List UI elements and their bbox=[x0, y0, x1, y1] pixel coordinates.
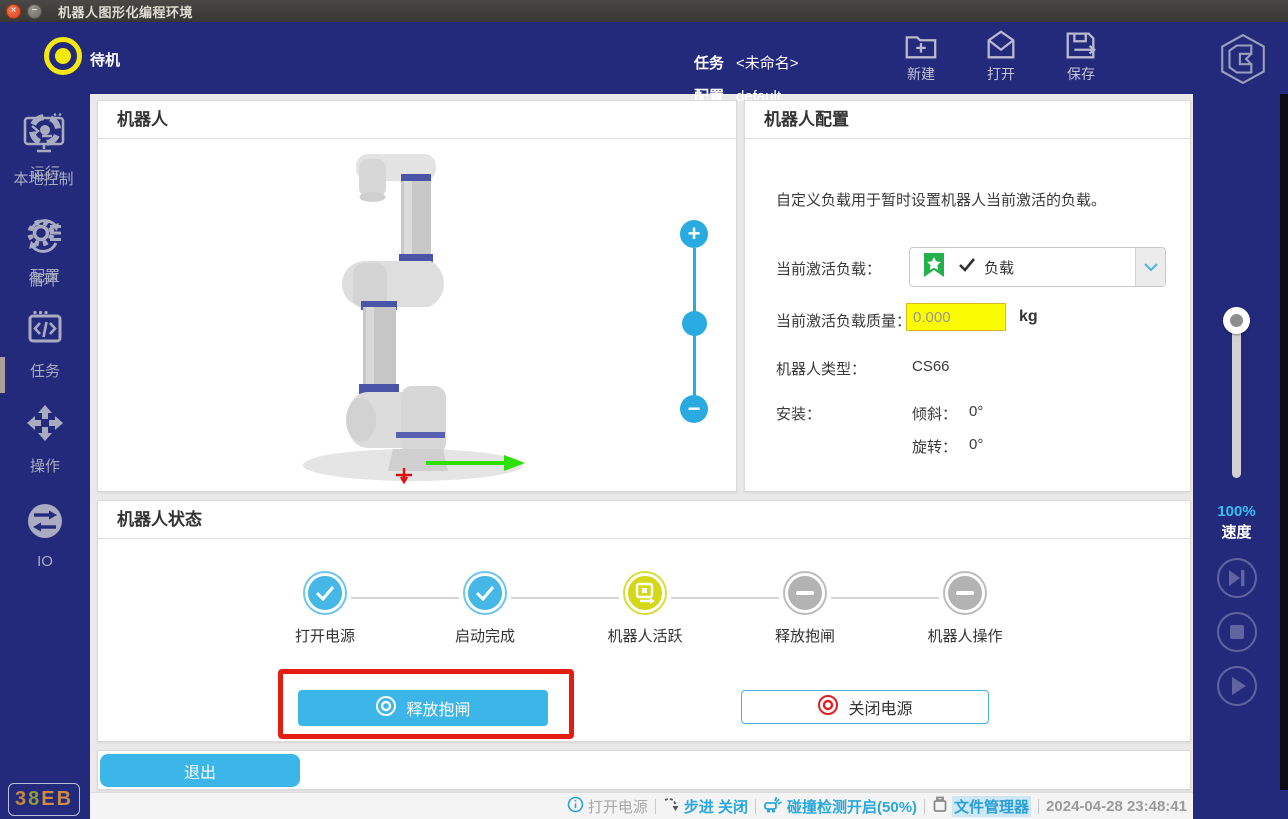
status-bar: 打开电源 步进 关闭 碰撞检测开启(50%) bbox=[90, 792, 1193, 819]
speed-value: 100% bbox=[1193, 503, 1280, 520]
payload-dropdown[interactable]: 负载 bbox=[909, 247, 1166, 287]
step-robot-active: 机器人活跃 bbox=[585, 573, 705, 646]
sidebar-corner bbox=[1280, 790, 1288, 819]
separator bbox=[924, 799, 925, 814]
active-payload-label: 当前激活负载： bbox=[776, 258, 881, 279]
open-file-icon bbox=[983, 28, 1019, 62]
payload-bookmark-icon bbox=[922, 252, 946, 283]
step-mode-item[interactable]: 步进 关闭 bbox=[663, 796, 748, 817]
robot-programming-environment: × − 机器人图形化编程环境 待机 任务 <未命名> 配置 default 新建 bbox=[0, 0, 1288, 819]
tilt-value: 0° bbox=[969, 403, 983, 420]
check-icon bbox=[465, 573, 505, 613]
open-task-button[interactable]: 打开 bbox=[968, 28, 1034, 84]
payload-description: 自定义负载用于暂时设置机器人当前激活的负载。 bbox=[776, 189, 1166, 210]
zoom-out-button[interactable]: − bbox=[680, 395, 708, 423]
usb-drive-icon bbox=[932, 795, 948, 817]
exit-button[interactable]: 退出 bbox=[100, 754, 300, 787]
collision-icon bbox=[763, 795, 783, 817]
step-release-brake: 释放抱闸 bbox=[745, 573, 865, 646]
sidebar-item-local-control[interactable]: 本地控制 bbox=[0, 112, 87, 189]
desktop-edge-strip bbox=[1280, 94, 1288, 790]
io-icon bbox=[25, 501, 65, 546]
status-code-badge: 3 8 E B bbox=[8, 783, 80, 816]
target-circle-red-icon bbox=[817, 694, 839, 721]
task-label: 任务 bbox=[694, 52, 724, 73]
separator bbox=[1038, 799, 1039, 814]
robot-type-label: 机器人类型： bbox=[776, 358, 866, 379]
sidebar-item-task[interactable]: 任务 bbox=[0, 308, 90, 381]
check-icon bbox=[305, 573, 345, 613]
rotation-value: 0° bbox=[969, 436, 983, 453]
robot-type-value: CS66 bbox=[912, 358, 950, 375]
brand-logo-icon bbox=[1216, 32, 1270, 91]
robot-panel: 机器人 bbox=[97, 100, 737, 492]
play-button[interactable] bbox=[1215, 664, 1259, 708]
separator bbox=[655, 799, 656, 814]
zoom-in-button[interactable]: + bbox=[680, 220, 708, 248]
chevron-down-icon[interactable] bbox=[1135, 248, 1165, 286]
step-robot-operate: 机器人操作 bbox=[905, 573, 1025, 646]
robot-icon bbox=[625, 573, 665, 613]
view-zoom-slider-knob[interactable] bbox=[682, 311, 707, 336]
step-startup-complete: 启动完成 bbox=[425, 573, 545, 646]
loop-icon bbox=[22, 215, 66, 262]
footer-panel: 退出 bbox=[97, 750, 1191, 790]
robot-config-panel: 机器人配置 自定义负载用于暂时设置机器人当前激活的负载。 当前激活负载： 负载 … bbox=[744, 100, 1191, 492]
standby-status-icon bbox=[44, 37, 82, 75]
new-task-button[interactable]: 新建 bbox=[888, 28, 954, 84]
app-header: 待机 任务 <未命名> 配置 default 新建 打开 bbox=[0, 22, 1288, 94]
info-icon bbox=[567, 796, 584, 817]
rotation-label: 旋转： bbox=[912, 436, 957, 457]
save-icon bbox=[1063, 28, 1099, 62]
window-titlebar: × − 机器人图形化编程环境 bbox=[0, 0, 1288, 22]
power-off-button[interactable]: 关闭电源 bbox=[741, 690, 989, 724]
task-value: <未命名> bbox=[736, 52, 799, 73]
sidebar-item-io[interactable]: IO bbox=[0, 501, 90, 570]
code-window-icon bbox=[25, 308, 65, 353]
payload-mass-unit: kg bbox=[1019, 308, 1038, 326]
terminal-icon bbox=[21, 112, 67, 161]
step-mode-icon bbox=[663, 796, 680, 817]
datetime-label: 2024-04-28 23:48:41 bbox=[1046, 798, 1187, 815]
window-minimize-button[interactable]: − bbox=[27, 4, 42, 19]
robot-state-panel: 机器人状态 打开电源 启动完成 机器人活跃 bbox=[97, 500, 1191, 742]
robot-3d-view[interactable] bbox=[301, 141, 531, 496]
sidebar-item-operate[interactable]: 操作 bbox=[0, 403, 90, 476]
power-status-item[interactable]: 打开电源 bbox=[567, 796, 648, 817]
sidebar-item-loop[interactable]: 循环 bbox=[0, 215, 87, 290]
speed-slider-track[interactable] bbox=[1232, 318, 1241, 478]
release-brake-button[interactable]: 释放抱闸 bbox=[298, 690, 548, 726]
move-arrows-icon bbox=[25, 403, 65, 448]
robot-panel-title: 机器人 bbox=[98, 101, 736, 139]
window-close-button[interactable]: × bbox=[6, 4, 21, 19]
separator bbox=[755, 799, 756, 814]
mount-label: 安装： bbox=[776, 403, 821, 424]
minus-icon bbox=[785, 573, 825, 613]
new-file-icon bbox=[903, 28, 939, 62]
payload-mass-input[interactable] bbox=[906, 303, 1006, 331]
tilt-label: 倾斜： bbox=[912, 403, 957, 424]
speed-slider-knob[interactable] bbox=[1223, 307, 1250, 334]
file-manager-item[interactable]: 文件管理器 bbox=[932, 795, 1031, 817]
minus-icon bbox=[945, 573, 985, 613]
check-icon bbox=[958, 257, 976, 278]
speed-label: 速度 bbox=[1193, 521, 1280, 542]
payload-option-label: 负载 bbox=[984, 257, 1014, 278]
step-power-on: 打开电源 bbox=[265, 573, 385, 646]
stop-button[interactable] bbox=[1215, 610, 1259, 654]
task-row: 任务 <未命名> bbox=[694, 52, 799, 73]
robot-config-title: 机器人配置 bbox=[745, 101, 1190, 139]
save-task-button[interactable]: 保存 bbox=[1048, 28, 1114, 84]
skip-next-button[interactable] bbox=[1215, 556, 1259, 600]
robot-mode-label: 待机 bbox=[90, 49, 120, 70]
window-title: 机器人图形化编程环境 bbox=[58, 2, 193, 21]
target-circle-icon bbox=[375, 695, 397, 722]
robot-state-title: 机器人状态 bbox=[98, 501, 1190, 539]
payload-mass-label: 当前激活负载质量： bbox=[776, 310, 911, 331]
collision-detection-item[interactable]: 碰撞检测开启(50%) bbox=[763, 795, 917, 817]
